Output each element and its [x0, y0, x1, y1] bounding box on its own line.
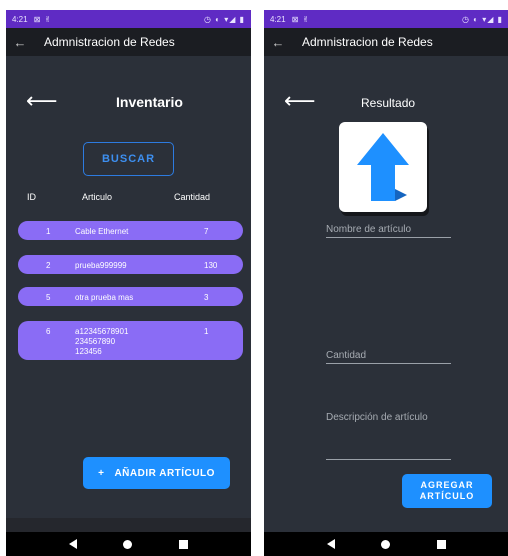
inventory-row[interactable]: 5 otra prueba mas 3 [18, 287, 243, 306]
add-article-label: AÑADIR ARTÍCULO [114, 467, 215, 479]
agregar-label-line1: AGREGAR [420, 480, 474, 490]
add-article-button[interactable]: + AÑADIR ARTÍCULO [83, 457, 230, 489]
app-title: Admnistracion de Redes [44, 35, 175, 49]
system-status-icons: ◷ ◐ ▾◢ ▮ [461, 14, 503, 24]
notification-icons: ⊠ ✌ [291, 14, 311, 24]
column-header-articulo: Articulo [82, 192, 113, 202]
back-arrow-icon[interactable]: ⟵ [26, 90, 58, 112]
back-arrow-icon[interactable]: ⟵ [284, 90, 316, 112]
nav-home-icon[interactable] [123, 539, 133, 549]
nav-recents-icon[interactable] [178, 539, 188, 549]
agregar-articulo-button[interactable]: AGREGAR ARTÍCULO [402, 474, 492, 508]
column-header-cantidad: Cantidad [174, 192, 211, 202]
row-id: 5 [46, 293, 51, 302]
row-qty: 1 [204, 327, 209, 336]
appbar-back-icon[interactable]: ← [6, 35, 34, 50]
buscar-button[interactable]: BUSCAR [83, 142, 174, 176]
row-qty: 7 [204, 227, 209, 236]
app-title: Admnistracion de Redes [302, 35, 433, 49]
agregar-label-line2: ARTÍCULO [419, 491, 475, 501]
column-header-id: ID [27, 192, 36, 202]
inventario-screen: 4:21 ⊠ ✌ ◷ ◐ ▾◢ ▮ ← Admnistracion de Red… [6, 10, 251, 556]
status-time: 4:21 [270, 14, 286, 24]
inventory-row[interactable]: 2 prueba999999 130 [18, 255, 243, 274]
status-time: 4:21 [12, 14, 28, 24]
row-qty: 3 [204, 293, 209, 302]
quantity-field[interactable]: Cantidad [326, 350, 451, 364]
row-name: Cable Ethernet [75, 227, 129, 236]
resultado-screen: 4:21 ⊠ ✌ ◷ ◐ ▾◢ ▮ ← Admnistracion de Red… [264, 10, 508, 556]
row-id: 1 [46, 227, 51, 236]
nav-home-icon[interactable] [381, 539, 391, 549]
page-title: Resultado [361, 96, 416, 110]
app-bar: ← Admnistracion de Redes [6, 28, 251, 56]
row-id: 2 [46, 261, 51, 270]
row-name: otra prueba mas [75, 293, 134, 302]
up-arrow-icon [357, 133, 409, 201]
article-name-field[interactable]: Nombre de artículo [326, 224, 451, 238]
plus-icon: + [98, 467, 105, 479]
appbar-back-icon[interactable]: ← [264, 35, 292, 50]
status-bar: 4:21 ⊠ ✌ ◷ ◐ ▾◢ ▮ [264, 10, 508, 28]
system-nav-bar [6, 532, 251, 556]
status-bar: 4:21 ⊠ ✌ ◷ ◐ ▾◢ ▮ [6, 10, 251, 28]
row-name: a12345678901 234567890 123456 [75, 327, 129, 356]
row-name: prueba999999 [75, 261, 127, 270]
nav-back-icon[interactable] [69, 539, 78, 549]
nav-recents-icon[interactable] [436, 539, 446, 549]
inventory-row[interactable]: 1 Cable Ethernet 7 [18, 221, 243, 240]
inventory-row[interactable]: 6 a12345678901 234567890 123456 1 [18, 321, 243, 360]
row-qty: 130 [204, 261, 218, 270]
bottom-strip [6, 518, 251, 532]
system-nav-bar [264, 532, 508, 556]
description-field[interactable]: Descripción de artículo [326, 412, 451, 460]
page-title: Inventario [116, 94, 183, 110]
notification-icons: ⊠ ✌ [33, 14, 53, 24]
app-bar: ← Admnistracion de Redes [264, 28, 508, 56]
nav-back-icon[interactable] [327, 539, 336, 549]
system-status-icons: ◷ ◐ ▾◢ ▮ [203, 14, 245, 24]
description-placeholder: Descripción de artículo [326, 412, 428, 423]
row-id: 6 [46, 327, 51, 336]
article-image[interactable] [339, 122, 427, 212]
